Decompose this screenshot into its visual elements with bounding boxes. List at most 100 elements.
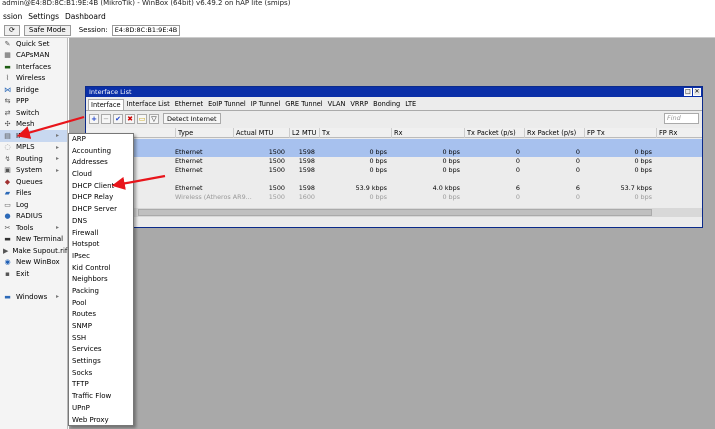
sidebar-item-wireless[interactable]: ⌇ Wireless <box>0 73 67 85</box>
sidebar-item-bridge[interactable]: ⋈ Bridge <box>0 84 67 96</box>
sidebar-item-radius[interactable]: ● RADIUS <box>0 211 67 223</box>
remove-icon[interactable]: − <box>101 113 111 124</box>
menu-item-pool[interactable]: Pool <box>69 298 133 310</box>
menu-item-firewall[interactable]: Firewall <box>69 228 133 240</box>
table-row[interactable]: er3Ethernet150015980 bps0 bps000 bps <box>86 166 702 175</box>
sidebar-item-queues[interactable]: ◆ Queues <box>0 176 67 188</box>
tab-interface-list[interactable]: Interface List <box>125 99 172 110</box>
menu-item-kid-control[interactable]: Kid Control <box>69 263 133 275</box>
menu-item-ipsec[interactable]: IPsec <box>69 251 133 263</box>
sidebar-item-interfaces[interactable]: ▬ Interfaces <box>0 61 67 73</box>
sidebar-item-new-terminal[interactable]: ▬ New Terminal <box>0 234 67 246</box>
column-header[interactable]: L2 MTU <box>289 128 319 138</box>
table-row[interactable]: er1Ethernet150015980 bps0 bps000 bps <box>86 148 702 157</box>
column-header[interactable]: Tx Packet (p/s) <box>464 128 524 138</box>
menu-item-dhcp-relay[interactable]: DHCP Relay <box>69 192 133 204</box>
column-header[interactable]: FP Rx <box>656 128 696 138</box>
sidebar-item-tools[interactable]: ✂ Tools ▸ <box>0 222 67 234</box>
detect-internet-button[interactable]: Detect Internet <box>163 113 221 124</box>
menu-dashboard[interactable]: Dashboard <box>62 12 109 21</box>
find-input[interactable]: Find <box>664 113 699 124</box>
menu-item-packing[interactable]: Packing <box>69 286 133 298</box>
enable-icon[interactable]: ✔ <box>113 113 123 124</box>
mpls-icon: ◌ <box>4 143 11 152</box>
column-header[interactable]: Rx <box>391 128 464 138</box>
menu-item-accounting[interactable]: Accounting <box>69 146 133 158</box>
cell-rxp: 0 <box>575 157 580 165</box>
column-header[interactable]: FP Tx <box>584 128 656 138</box>
sidebar-item-log[interactable]: ▭ Log <box>0 199 67 211</box>
sidebar-item-new-winbox[interactable]: ◉ New WinBox <box>0 257 67 269</box>
table-row[interactable]: nel <box>86 139 702 148</box>
table-row[interactable]: er2Ethernet150015980 bps0 bps000 bps <box>86 157 702 166</box>
sidebar-item-exit[interactable]: ▪ Exit <box>0 268 67 280</box>
filter-icon[interactable]: ▽ <box>149 113 159 124</box>
sidebar-item-files[interactable]: ▰ Files <box>0 188 67 200</box>
tab-gre-tunnel[interactable]: GRE Tunnel <box>283 99 324 110</box>
menu-session[interactable]: ssion <box>0 12 25 21</box>
cell-mtu: 1500 <box>268 148 285 156</box>
menu-item-traffic-flow[interactable]: Traffic Flow <box>69 391 133 403</box>
add-icon[interactable]: + <box>89 113 99 124</box>
interface-list-window: Interface List □ ✕ Interface Interface Li… <box>85 86 703 228</box>
menu-item-snmp[interactable]: SNMP <box>69 321 133 333</box>
menu-item-settings[interactable]: Settings <box>69 356 133 368</box>
menu-item-routes[interactable]: Routes <box>69 309 133 321</box>
menu-item-neighbors[interactable]: Neighbors <box>69 274 133 286</box>
menu-item-socks[interactable]: Socks <box>69 368 133 380</box>
window-toolbar: + − ✔ ✖ ▭ ▽ Detect Internet Find <box>86 111 702 126</box>
cell-type: Ethernet <box>175 148 203 156</box>
tab-vlan[interactable]: VLAN <box>326 99 348 110</box>
table-row[interactable] <box>86 175 702 184</box>
sidebar-item-make-supout-rif[interactable]: ▶ Make Supout.rif <box>0 245 67 257</box>
sidebar-item-switch[interactable]: ⇄ Switch <box>0 107 67 119</box>
menu-item-arp[interactable]: ARP <box>69 134 133 146</box>
sidebar-item-routing[interactable]: ↯ Routing ▸ <box>0 153 67 165</box>
table-row[interactable]: er4Ethernet1500159853.9 kbps4.0 kbps6653… <box>86 184 702 193</box>
menu-item-web-proxy[interactable]: Web Proxy <box>69 415 133 427</box>
menu-item-services[interactable]: Services <box>69 344 133 356</box>
horizontal-scrollbar[interactable] <box>86 208 702 217</box>
sidebar-item-capsman[interactable]: ▦ CAPsMAN <box>0 50 67 62</box>
column-header[interactable]: Rx Packet (p/s) <box>524 128 584 138</box>
maximize-icon[interactable]: □ <box>684 88 692 96</box>
sidebar-item-ip[interactable]: ▤ IP ▸ <box>0 130 67 142</box>
column-header[interactable]: Type <box>175 128 233 138</box>
tab-interface[interactable]: Interface <box>88 99 124 110</box>
menu-settings[interactable]: Settings <box>25 12 62 21</box>
disable-icon[interactable]: ✖ <box>125 113 135 124</box>
tab-eoip-tunnel[interactable]: EoIP Tunnel <box>206 99 248 110</box>
sidebar-item-mesh[interactable]: ✣ Mesh <box>0 119 67 131</box>
sidebar-item-system[interactable]: ▣ System ▸ <box>0 165 67 177</box>
tab-bonding[interactable]: Bonding <box>371 99 402 110</box>
column-header[interactable]: Tx <box>319 128 391 138</box>
sidebar-item-label: Switch <box>16 108 40 117</box>
menu-item-cloud[interactable]: Cloud <box>69 169 133 181</box>
table-row[interactable]: n1Wireless (Atheros AR9...150016000 bps0… <box>86 193 702 202</box>
comment-icon[interactable]: ▭ <box>137 113 147 124</box>
tab-lte[interactable]: LTE <box>403 99 418 110</box>
menu-item-dhcp-server[interactable]: DHCP Server <box>69 204 133 216</box>
close-icon[interactable]: ✕ <box>693 88 701 96</box>
scrollbar-thumb[interactable] <box>138 209 652 216</box>
sidebar-item-ppp[interactable]: ⇆ PPP <box>0 96 67 108</box>
tab-vrrp[interactable]: VRRP <box>348 99 370 110</box>
menu-item-hotspot[interactable]: Hotspot <box>69 239 133 251</box>
sidebar-item-quick-set[interactable]: ✎ Quick Set <box>0 38 67 50</box>
sidebar-item-windows[interactable]: ▬ Windows ▸ <box>0 291 67 303</box>
safe-mode-button[interactable]: Safe Mode <box>23 24 71 36</box>
refresh-icon[interactable]: ⟳ <box>4 24 20 36</box>
tab-ip-tunnel[interactable]: IP Tunnel <box>249 99 282 110</box>
sidebar-item-mpls[interactable]: ◌ MPLS ▸ <box>0 142 67 154</box>
menu-item-dhcp-client[interactable]: DHCP Client <box>69 181 133 193</box>
menu-item-upnp[interactable]: UPnP <box>69 403 133 415</box>
window-title: admin@E4:8D:8C:B1:9E:4B (MikroTik) - Win… <box>2 0 291 7</box>
menu-item-ssh[interactable]: SSH <box>69 333 133 345</box>
winbox-window: { "app":{"title":"admin@E4:8D:8C:B1:9E:4… <box>0 0 715 429</box>
column-header[interactable]: Actual MTU <box>233 128 289 138</box>
menu-item-addresses[interactable]: Addresses <box>69 157 133 169</box>
menu-item-tftp[interactable]: TFTP <box>69 379 133 391</box>
tab-ethernet[interactable]: Ethernet <box>173 99 205 110</box>
menu-item-dns[interactable]: DNS <box>69 216 133 228</box>
window-titlebar[interactable]: Interface List □ ✕ <box>86 87 702 97</box>
